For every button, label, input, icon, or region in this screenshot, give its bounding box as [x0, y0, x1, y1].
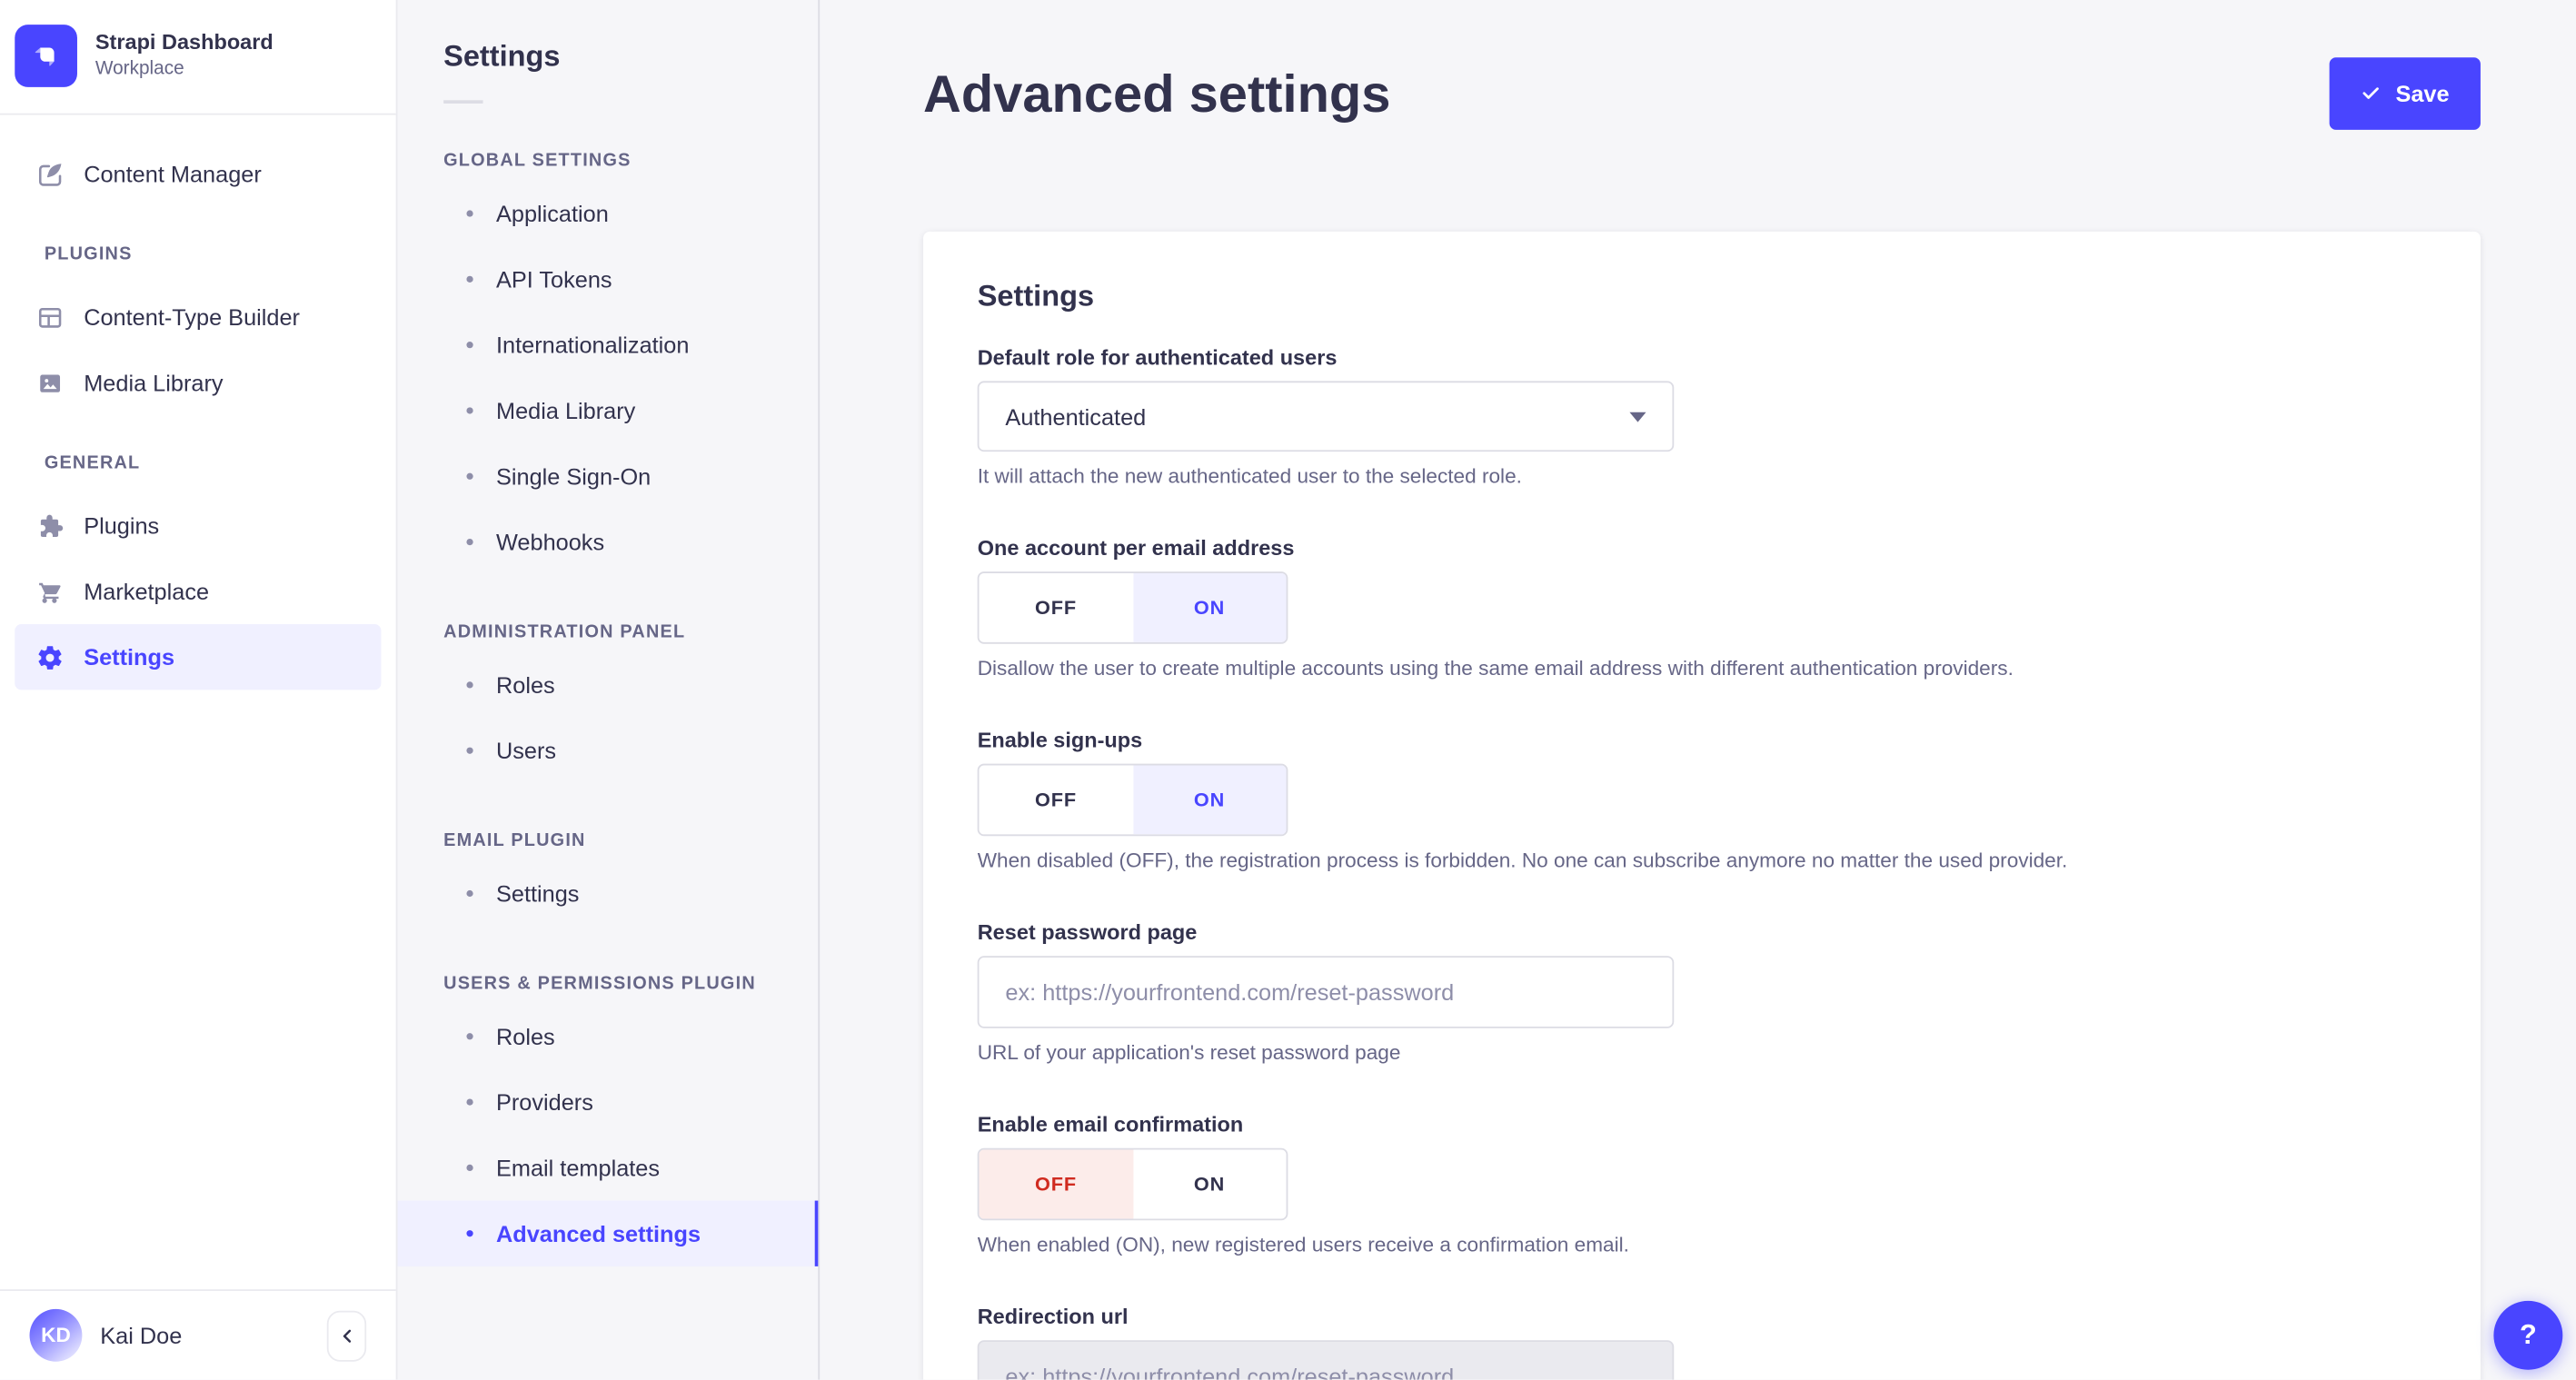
subnav-section-administration-panel: ADMINISTRATION PANEL Roles Users: [398, 622, 819, 783]
subnav-item-users[interactable]: Users: [398, 718, 819, 783]
field-reset-password: Reset password page URL of your applicat…: [977, 919, 2427, 1065]
subnav-section-global-settings: GLOBAL SETTINGS Application API Tokens I…: [398, 151, 819, 574]
page-header: Advanced settings Save: [923, 0, 2481, 130]
subnav-item-application[interactable]: Application: [398, 181, 819, 246]
toggle-option-on[interactable]: ON: [1133, 1150, 1287, 1219]
main-sidebar: Strapi Dashboard Workplace Content Manag…: [0, 0, 398, 1380]
reset-password-input[interactable]: [977, 956, 1675, 1028]
workspace-label: Workplace: [94, 59, 184, 79]
subnav-section-label: USERS & PERMISSIONS PLUGIN: [443, 974, 756, 994]
subnav-item-providers[interactable]: Providers: [398, 1069, 819, 1135]
sidebar-item-label: Marketplace: [84, 578, 210, 605]
sidebar-item-label: Content Manager: [84, 161, 262, 188]
subnav-item-roles-up[interactable]: Roles: [398, 1004, 819, 1069]
subnav-title: Settings: [443, 39, 561, 73]
subnav-item-webhooks[interactable]: Webhooks: [398, 509, 819, 574]
card-heading: Settings: [977, 279, 1095, 313]
field-hint: URL of your application's reset password…: [977, 1041, 1401, 1065]
subnav-item-single-sign-on[interactable]: Single Sign-On: [398, 443, 819, 509]
puzzle-icon: [40, 513, 64, 537]
sidebar-item-content-type-builder[interactable]: Content-Type Builder: [15, 284, 381, 350]
toggle-option-on[interactable]: ON: [1132, 765, 1287, 835]
sidebar-item-media-library[interactable]: Media Library: [15, 350, 381, 415]
field-email-confirmation: Enable email confirmation OFF ON When en…: [977, 1111, 2427, 1257]
settings-subnav: Settings GLOBAL SETTINGS Application API…: [397, 0, 821, 1380]
subnav-section-label: GLOBAL SETTINGS: [443, 151, 632, 172]
default-role-select[interactable]: Authenticated: [977, 381, 1675, 452]
strapi-logo-icon: [15, 25, 77, 87]
subnav-item-api-tokens[interactable]: API Tokens: [398, 246, 819, 312]
subnav-divider: [443, 100, 483, 104]
select-value: Authenticated: [1005, 402, 1147, 430]
toggle-option-off[interactable]: OFF: [980, 573, 1133, 642]
field-enable-sign-ups: Enable sign-ups OFF ON When disabled (OF…: [977, 727, 2427, 872]
sidebar-section-general: GENERAL: [44, 452, 141, 473]
sidebar-item-content-manager[interactable]: Content Manager: [15, 141, 381, 206]
feather-icon: [38, 163, 62, 185]
subnav-section-email-plugin: EMAIL PLUGIN Settings: [398, 831, 819, 927]
main-content: Advanced settings Save Settings Default …: [820, 0, 2576, 1380]
subnav-item-internationalization[interactable]: Internationalization: [398, 313, 819, 378]
sidebar-item-marketplace[interactable]: Marketplace: [15, 559, 381, 624]
subnav-item-advanced-settings[interactable]: Advanced settings: [397, 1200, 819, 1266]
check-icon: [2363, 87, 2380, 99]
subnav-item-media-library[interactable]: Media Library: [398, 378, 819, 443]
subnav-section-users-permissions-plugin: USERS & PERMISSIONS PLUGIN Roles Provide…: [397, 974, 819, 1266]
save-button-label: Save: [2395, 80, 2450, 107]
field-label: Enable sign-ups: [977, 727, 1143, 753]
toggle-option-off[interactable]: OFF: [979, 1149, 1133, 1219]
sidebar-nav: Content Manager PLUGINS Content-Type Bui…: [0, 115, 396, 1290]
chevron-down-icon: [1629, 411, 1646, 422]
sidebar-item-label: Media Library: [84, 369, 224, 396]
collapse-sidebar-button[interactable]: [326, 1309, 367, 1361]
sidebar-item-label: Plugins: [84, 512, 160, 539]
layout-icon: [38, 307, 62, 327]
field-label: Enable email confirmation: [977, 1111, 1244, 1137]
app-title: Strapi Dashboard: [94, 29, 274, 55]
field-one-account: One account per email address OFF ON Dis…: [977, 535, 2427, 680]
chevron-left-icon: [342, 1328, 351, 1342]
subnav-section-label: ADMINISTRATION PANEL: [443, 622, 686, 642]
field-hint: When disabled (OFF), the registration pr…: [977, 849, 2068, 872]
subnav-section-label: EMAIL PLUGIN: [443, 830, 586, 851]
cart-icon: [39, 581, 61, 602]
field-hint: Disallow the user to create multiple acc…: [977, 657, 2014, 680]
field-label: Redirection url: [977, 1304, 1129, 1329]
settings-card: Settings Default role for authenticated …: [923, 231, 2481, 1380]
subnav-item-roles-admin[interactable]: Roles: [398, 652, 819, 718]
email-confirmation-toggle: OFF ON: [977, 1147, 1288, 1221]
sign-ups-toggle: OFF ON: [977, 763, 1288, 837]
redirection-url-input[interactable]: [977, 1340, 1675, 1380]
page-title: Advanced settings: [923, 64, 1391, 124]
one-account-toggle: OFF ON: [977, 571, 1288, 644]
subnav-item-email-templates[interactable]: Email templates: [398, 1135, 819, 1200]
avatar: KD: [29, 1308, 83, 1362]
image-icon: [40, 373, 61, 392]
sidebar-item-plugins[interactable]: Plugins: [15, 492, 381, 558]
toggle-option-on[interactable]: ON: [1132, 572, 1287, 642]
field-label: Reset password page: [977, 919, 1198, 945]
app-window: Strapi Dashboard Workplace Content Manag…: [0, 0, 2576, 1380]
field-hint: When enabled (ON), new registered users …: [977, 1233, 1629, 1257]
field-redirection-url: Redirection url: [977, 1304, 2427, 1380]
field-default-role: Default role for authenticated users Aut…: [977, 344, 2427, 488]
sidebar-section-plugins: PLUGINS: [44, 244, 133, 265]
user-row: KD Kai Doe: [0, 1289, 396, 1379]
sidebar-item-label: Settings: [84, 643, 175, 670]
help-button[interactable]: ?: [2493, 1300, 2563, 1370]
field-label: Default role for authenticated users: [977, 344, 1338, 370]
user-name: Kai Doe: [100, 1322, 183, 1349]
sidebar-item-settings[interactable]: Settings: [15, 624, 382, 690]
save-button[interactable]: Save: [2330, 57, 2481, 130]
sidebar-item-label: Content-Type Builder: [84, 303, 300, 331]
field-label: One account per email address: [977, 535, 1295, 561]
workspace-switcher[interactable]: Strapi Dashboard Workplace: [0, 0, 396, 114]
brand-text: Strapi Dashboard Workplace: [95, 30, 274, 83]
gear-icon: [38, 645, 62, 670]
toggle-option-off[interactable]: OFF: [980, 765, 1133, 834]
field-hint: It will attach the new authenticated use…: [977, 464, 1522, 488]
subnav-item-email-settings[interactable]: Settings: [398, 860, 819, 926]
